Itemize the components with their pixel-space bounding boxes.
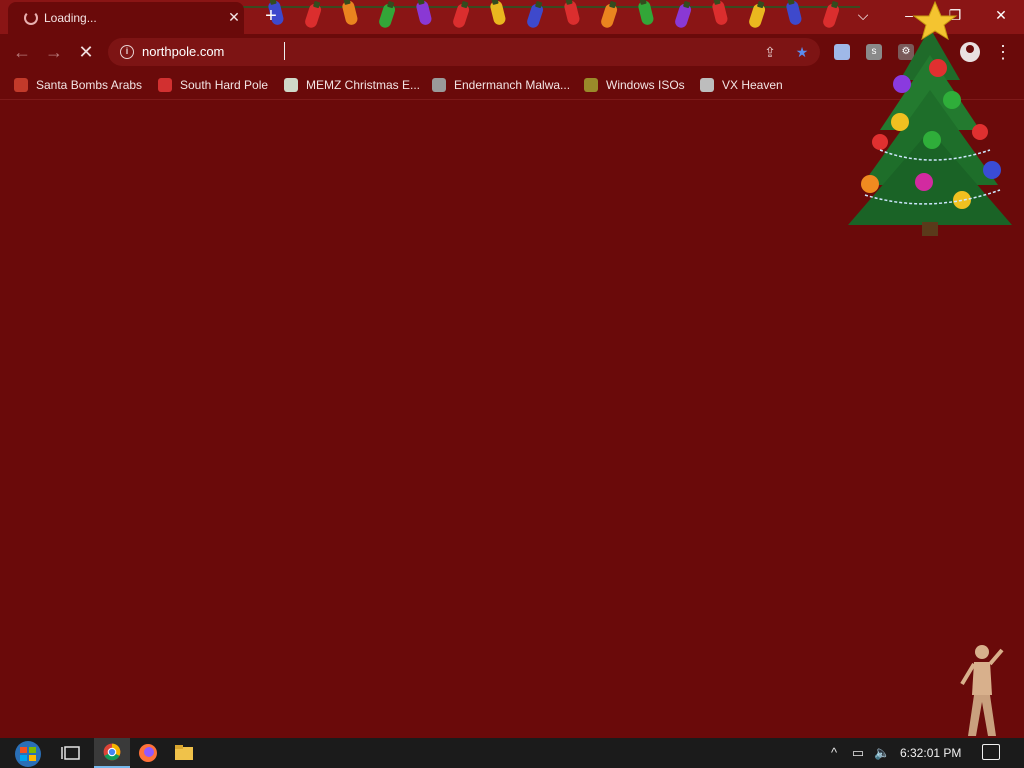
bookmark-label: Santa Bombs Arabs [36,78,143,92]
bookmark-item[interactable]: Endermanch Malwa... [432,75,570,95]
start-button-icon[interactable] [8,738,48,768]
bookmark-label: Endermanch Malwa... [454,78,571,92]
christmas-bulb-icon [341,0,359,27]
tab-title: Loading... [44,11,97,25]
forward-button[interactable]: → [42,40,66,64]
bookmark-item[interactable]: Windows ISOs [584,75,685,95]
santa-icon [14,78,28,92]
bookmark-label: South Hard Pole [180,78,269,92]
show-hidden-icons-button[interactable]: ^ [826,745,842,761]
vx-icon [700,78,714,92]
chrome-taskbar-icon[interactable] [94,738,130,768]
taskbar-clock[interactable]: 6:32:01 PM [900,746,961,760]
bookmark-item[interactable]: VX Heaven [700,75,783,95]
volume-icon[interactable]: 🔈 [874,745,890,761]
christmas-lights-wire [240,6,860,8]
address-bar[interactable]: i northpole.com ⇪ ★ [108,38,820,66]
tree-bookmark-icon [584,78,598,92]
stop-loading-button[interactable]: ✕ [74,40,98,64]
loading-spinner-icon [24,11,38,25]
task-view-icon[interactable] [54,738,90,768]
christmas-bulb-icon [637,0,655,27]
christmas-bulb-icon [415,0,433,27]
christmas-bulb-icon [785,0,803,27]
tab-close-button[interactable]: ✕ [226,9,242,25]
firefox-taskbar-icon[interactable] [130,738,166,768]
site-info-icon[interactable]: i [120,45,134,59]
share-icon[interactable]: ⇪ [760,42,780,62]
snowflake-icon [158,78,172,92]
bookmark-label: VX Heaven [722,78,783,92]
file-explorer-taskbar-icon[interactable] [166,738,202,768]
bookmark-item[interactable]: MEMZ Christmas E... [284,75,420,95]
network-icon[interactable]: ▭ [850,745,866,761]
bookmark-star-icon[interactable]: ★ [792,42,812,62]
active-tab[interactable]: Loading... ✕ [8,2,244,34]
bookmark-label: Windows ISOs [606,78,685,92]
taskbar: ^ ▭ 🔈 6:32:01 PM [0,738,1024,768]
bookmark-label: MEMZ Christmas E... [306,78,421,92]
url-text[interactable]: northpole.com [142,44,224,59]
text-cursor-icon [284,42,292,60]
new-tab-button[interactable]: + [260,6,282,28]
action-center-icon[interactable] [982,744,1000,760]
bookmark-item[interactable]: Santa Bombs Arabs [14,75,142,95]
christmas-bulb-icon [563,0,581,27]
decorative-figure-icon [960,645,1004,736]
bookmark-item[interactable]: South Hard Pole [158,75,268,95]
christmas-tree-icon [848,0,1012,236]
raccoon-icon [432,78,446,92]
memz-icon [284,78,298,92]
back-button[interactable]: ← [10,40,34,64]
christmas-bulb-icon [711,0,729,27]
christmas-bulb-icon [489,0,507,27]
